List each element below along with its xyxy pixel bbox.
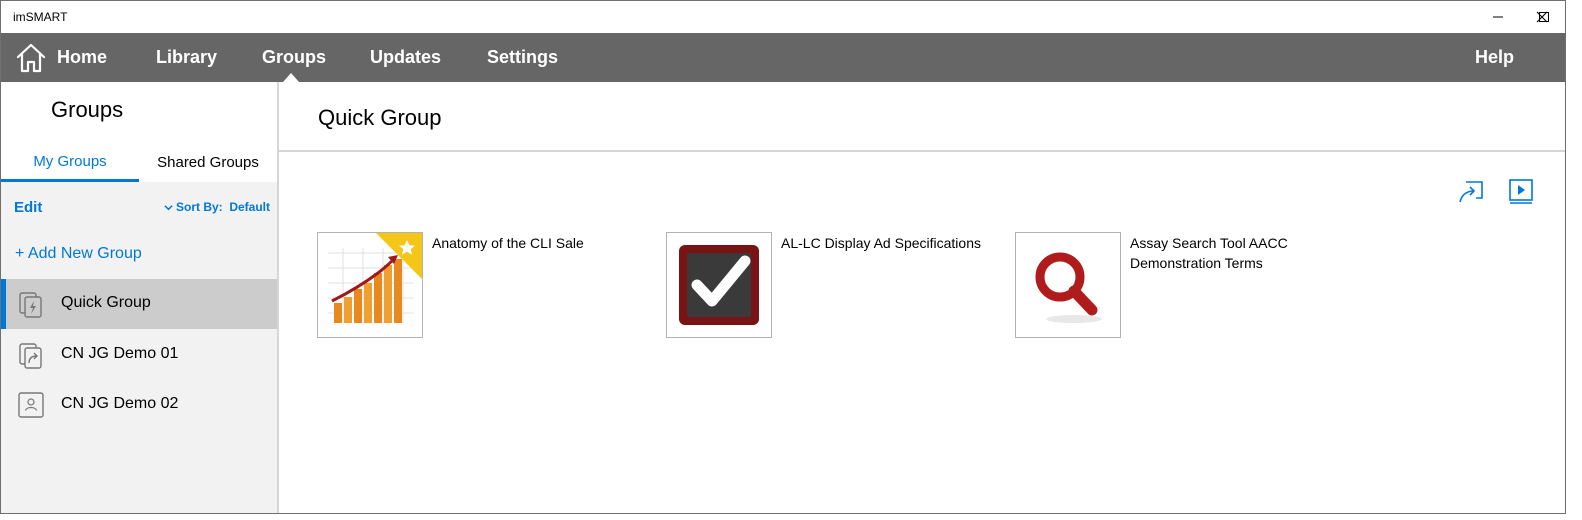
- present-share-icon: [1459, 181, 1483, 203]
- edit-button[interactable]: Edit: [14, 199, 42, 216]
- group-item-quick-group[interactable]: Quick Group: [1, 279, 277, 329]
- active-nav-indicator: [283, 73, 299, 82]
- growth-chart-thumbnail: [317, 232, 423, 338]
- group-label: CN JG Demo 02: [61, 395, 179, 412]
- shared-docs-icon: [19, 343, 42, 369]
- add-new-group-button[interactable]: + Add New Group: [15, 245, 142, 263]
- nav-updates[interactable]: Updates: [370, 33, 441, 82]
- sidebar-title: Groups: [51, 97, 124, 122]
- play-icon: [1509, 179, 1533, 204]
- sort-by-value: Default: [229, 200, 271, 214]
- header-divider: [279, 150, 1565, 152]
- selection-indicator: [1, 279, 6, 329]
- document-title: Anatomy of the CLI Sale: [432, 235, 584, 251]
- app-window: imSMART Home Library Groups Updates Sett…: [0, 0, 1566, 514]
- person-icon: [18, 392, 44, 418]
- checkmark-thumbnail: [666, 232, 772, 338]
- present-share-button[interactable]: [1457, 177, 1487, 207]
- title-bar: imSMART: [1, 1, 1565, 33]
- play-button[interactable]: [1507, 177, 1537, 207]
- main-panel: Quick Group Anatomy of the CLI Sale AL-L…: [279, 82, 1565, 513]
- group-item-cn-jg-demo-01[interactable]: CN JG Demo 01: [1, 330, 277, 380]
- magnifier-thumbnail: [1015, 232, 1121, 338]
- group-label: Quick Group: [61, 294, 151, 311]
- home-icon[interactable]: [15, 42, 47, 74]
- sidebar-header: Groups My Groups Shared Groups: [1, 82, 277, 182]
- nav-home[interactable]: Home: [57, 33, 107, 82]
- tab-shared-groups[interactable]: Shared Groups: [139, 144, 277, 182]
- quick-group-icon: [19, 292, 42, 318]
- page-title: Quick Group: [318, 105, 442, 130]
- minimize-button[interactable]: [1475, 1, 1521, 33]
- minimize-icon: [1493, 16, 1503, 18]
- sort-by-label: Sort By:: [176, 200, 223, 214]
- nav-help[interactable]: Help: [1475, 33, 1514, 82]
- close-icon: [1536, 11, 1548, 23]
- group-label: CN JG Demo 01: [61, 345, 179, 362]
- close-button[interactable]: [1519, 1, 1565, 33]
- top-nav: Home Library Groups Updates Settings Hel…: [1, 33, 1565, 82]
- group-item-cn-jg-demo-02[interactable]: CN JG Demo 02: [1, 380, 277, 430]
- groups-sidebar: Groups My Groups Shared Groups Edit Sort…: [1, 82, 279, 513]
- app-title: imSMART: [13, 10, 68, 24]
- chevron-down-icon: [164, 205, 173, 211]
- nav-library[interactable]: Library: [156, 33, 217, 82]
- document-title: AL-LC Display Ad Specifications: [781, 235, 981, 251]
- document-title: Assay Search Tool AACC Demonstration Ter…: [1130, 235, 1288, 271]
- tab-my-groups[interactable]: My Groups: [1, 144, 139, 182]
- sort-by-dropdown[interactable]: Sort By: Default: [164, 200, 270, 214]
- nav-settings[interactable]: Settings: [487, 33, 558, 82]
